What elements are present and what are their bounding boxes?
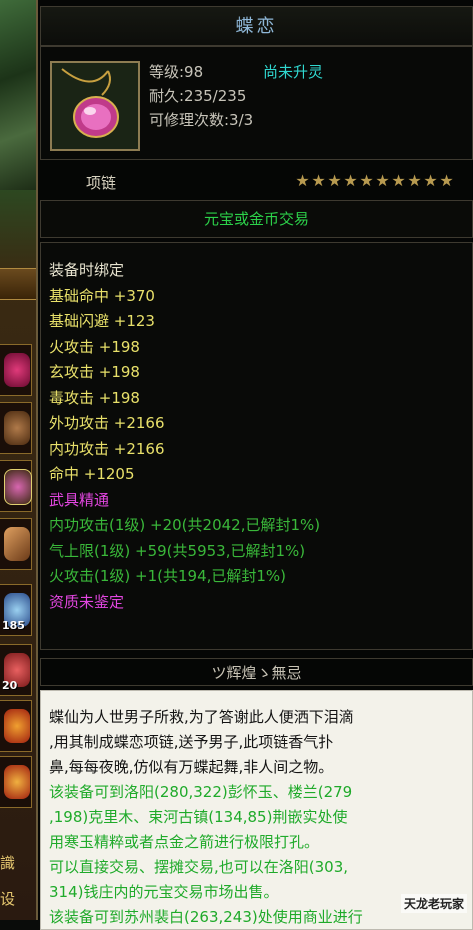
inventory-slot[interactable]	[0, 344, 32, 396]
inventory-slot[interactable]	[0, 518, 32, 570]
inventory-slot[interactable]	[0, 700, 32, 752]
description-line: 用寒玉精粹或者点金之箭进行极限打孔。	[49, 833, 320, 851]
game-side-strip: 185 20 識 设	[0, 0, 36, 920]
side-label: 设	[0, 890, 16, 908]
refine-status: 尚未升灵	[263, 63, 324, 81]
background-art	[0, 0, 36, 190]
trade-mode-bar: 元宝或金币交易	[40, 200, 473, 238]
stat-line: 资质未鉴定	[49, 592, 125, 611]
star-icon: ★	[359, 171, 374, 190]
item-level: 等级:98	[149, 63, 204, 81]
pendant-item-icon	[4, 469, 32, 505]
inventory-slot[interactable]: 20	[0, 644, 32, 696]
inventory-slot[interactable]	[0, 402, 32, 454]
pink-gem-pendant-icon	[50, 61, 140, 151]
description-line: 鼻,每每夜晚,仿似有万蝶起舞,非人间之物。	[49, 758, 334, 776]
pouch-item-icon	[4, 411, 30, 445]
flame-item-icon	[4, 765, 30, 799]
star-icon: ★	[375, 171, 390, 190]
inventory-slot[interactable]	[0, 460, 32, 512]
item-type: 项链	[86, 174, 117, 192]
stat-line: 基础命中 +370	[49, 286, 155, 305]
star-icon: ★	[343, 171, 358, 190]
set-name: ツ辉煌ゝ無忌	[211, 664, 302, 682]
scroll-item-icon	[4, 527, 30, 561]
flower-item-icon	[4, 353, 30, 387]
star-icon: ★	[311, 171, 326, 190]
item-durability: 耐久:235/235	[149, 87, 247, 105]
item-stats: 装备时绑定基础命中 +370 基础闪避 +123 火攻击 +198 玄攻击 +198 毒…	[40, 242, 473, 650]
item-set-row: ツ辉煌ゝ無忌	[40, 658, 473, 686]
side-label: 識	[0, 854, 16, 872]
trade-mode: 元宝或金币交易	[203, 210, 309, 228]
stat-line: 气上限(1级) +59(共5953,已解封1%)	[49, 541, 306, 560]
item-name: 蝶恋	[235, 16, 278, 37]
star-icon: ★	[439, 171, 454, 190]
stat-line: 内功攻击(1级) +20(共2042,已解封1%)	[49, 516, 321, 534]
star-icon: ★	[407, 171, 422, 190]
stat-line: 外功攻击 +2166	[49, 414, 165, 432]
star-rating: ★ ★ ★ ★ ★ ★ ★ ★ ★ ★	[295, 171, 454, 190]
watermark: 天龙老玩家	[400, 894, 467, 913]
star-icon: ★	[423, 171, 438, 190]
star-icon: ★	[391, 171, 406, 190]
item-tooltip: 蝶恋 等级:98 尚未升灵 耐久:235/235 可修理次数:3/3 项链 ★ ★…	[36, 0, 473, 930]
stat-line: 毒攻击 +198	[49, 388, 140, 407]
description-line: ,198)克里木、束河古镇(134,85)荆嵌实处使	[49, 808, 348, 826]
item-type-row: 项链 ★ ★ ★ ★ ★ ★ ★ ★ ★ ★	[40, 166, 473, 198]
stat-line: 玄攻击 +198	[49, 363, 140, 381]
stat-line: 基础闪避 +123	[49, 312, 155, 330]
inventory-slot[interactable]	[0, 756, 32, 808]
description-line: 蝶仙为人世男子所救,为了答谢此人便洒下泪滴	[49, 708, 354, 726]
inventory-slot[interactable]: 185	[0, 584, 32, 636]
item-title-bar: 蝶恋	[40, 6, 473, 46]
description-line: 可以直接交易、摆摊交易,也可以在洛阳(303,	[49, 858, 349, 876]
stat-line: 火攻击 +198	[49, 337, 140, 356]
star-icon: ★	[295, 171, 310, 190]
stat-line: 内功攻击 +2166	[49, 439, 165, 458]
item-count: 185	[2, 619, 25, 632]
description-line: 该装备可到洛阳(280,322)彭怀玉、楼兰(279	[49, 783, 353, 801]
star-icon: ★	[327, 171, 342, 190]
description-line: ,用其制成蝶恋项链,送予男子,此项链香气扑	[49, 733, 334, 751]
item-header: 等级:98 尚未升灵 耐久:235/235 可修理次数:3/3	[40, 46, 473, 160]
item-count: 20	[2, 679, 18, 692]
stat-line: 武具精通	[49, 490, 110, 509]
stat-line: 命中 +1205	[49, 465, 135, 483]
stat-line: 火攻击(1级) +1(共194,已解封1%)	[49, 567, 287, 585]
stat-line: 装备时绑定	[49, 261, 125, 279]
side-bar-divider	[0, 268, 36, 300]
flame-item-icon	[4, 709, 30, 743]
item-repair-count: 可修理次数:3/3	[149, 111, 254, 129]
